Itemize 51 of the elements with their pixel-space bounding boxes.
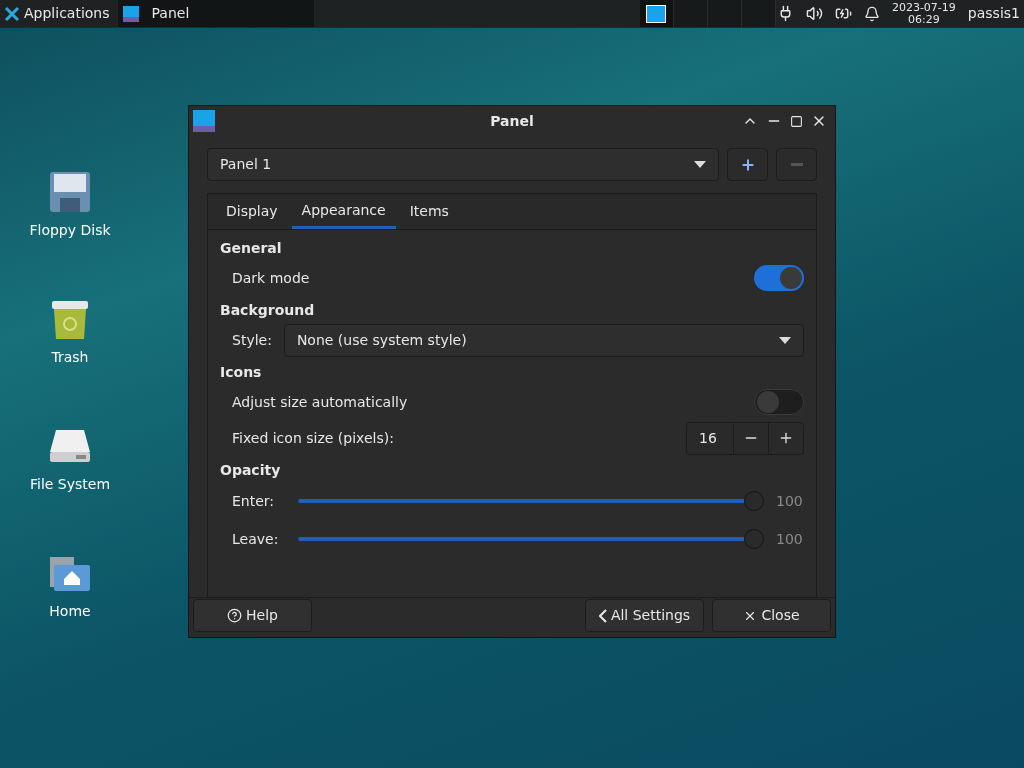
help-button[interactable]: Help (193, 599, 312, 632)
help-icon (227, 608, 243, 623)
desktop-icon-label[interactable]: File System (29, 474, 111, 495)
notification-bell-icon[interactable] (863, 5, 880, 22)
desktop-icon-label[interactable]: Floppy Disk (29, 220, 111, 241)
panel-app-icon (193, 110, 215, 132)
desktop-icon-label[interactable]: Trash (51, 347, 89, 368)
setting-label: Fixed icon size (pixels): (232, 428, 394, 448)
tab[interactable]: Items (399, 194, 459, 229)
taskbar-window-button[interactable]: Panel (117, 0, 314, 27)
slider[interactable] (298, 529, 764, 549)
dropdown-caret-icon (779, 336, 791, 344)
all-settings-button[interactable]: All Settings (585, 599, 704, 632)
desktop-icon-label[interactable]: Home (49, 601, 91, 622)
section-heading: Background (220, 301, 316, 320)
spin-field[interactable]: 16 (686, 421, 804, 455)
setting-label: Dark mode (232, 268, 310, 288)
panel-dropdown[interactable]: Panel 1 (207, 148, 719, 181)
setting-label: Enter: (232, 493, 275, 509)
section-heading: General (220, 239, 283, 258)
slider-thumb[interactable] (744, 491, 764, 511)
applications-menu[interactable]: Applications (0, 0, 114, 27)
minus-icon (790, 163, 803, 166)
slider-value: 100 (776, 529, 804, 549)
volume-icon[interactable] (805, 5, 823, 22)
section-heading: Icons (220, 363, 263, 382)
style-dropdown[interactable]: None (use system style) (283, 323, 804, 357)
back-chevron-icon (598, 608, 607, 623)
toggle-switch[interactable] (754, 389, 804, 415)
maximize-icon[interactable] (790, 114, 803, 128)
add-panel-button[interactable] (727, 148, 768, 181)
increment-icon[interactable] (778, 430, 794, 446)
slider[interactable] (298, 491, 764, 511)
window-title: Panel (490, 111, 534, 131)
dropdown-caret-icon (694, 161, 706, 168)
close-button[interactable]: Close (712, 599, 831, 632)
toggle-switch[interactable] (754, 265, 804, 291)
workspace-button[interactable] (639, 0, 674, 27)
section-heading: Opacity (220, 461, 282, 480)
tab[interactable]: Display (216, 194, 288, 229)
setting-label: Leave: (232, 531, 279, 547)
setting-label: Adjust size automatically (232, 392, 408, 412)
slider-value: 100 (776, 491, 804, 511)
slider-thumb[interactable] (744, 529, 764, 549)
plus-icon (739, 156, 756, 173)
panel-app-icon (121, 4, 140, 23)
setting-label: Style: (232, 330, 272, 350)
app-menu-icon (4, 5, 20, 22)
tab[interactable]: Appearance (291, 194, 396, 229)
user-name[interactable]: passis1 (967, 3, 1020, 24)
clock[interactable]: 2023-07-19 06:29 (891, 1, 956, 26)
